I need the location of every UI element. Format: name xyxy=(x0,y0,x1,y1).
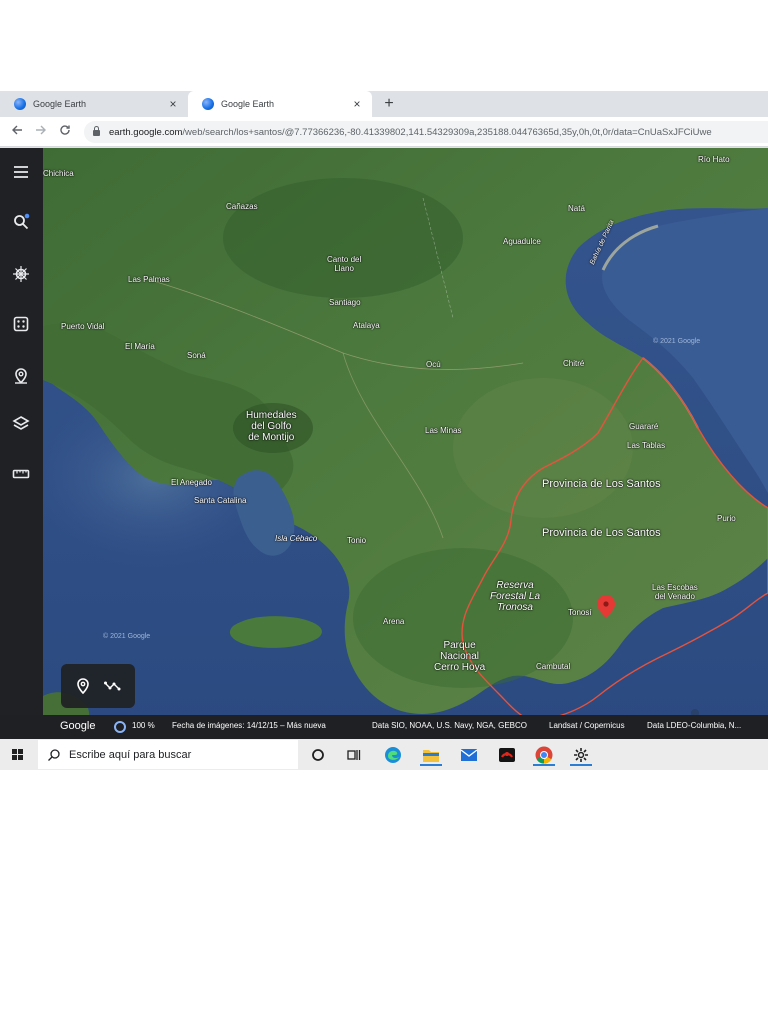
earth-side-rail xyxy=(0,148,43,739)
zoom-level: 100 % xyxy=(132,721,155,730)
map-label: Natá xyxy=(568,204,585,213)
chrome-icon[interactable] xyxy=(533,744,555,766)
projects-icon[interactable] xyxy=(11,366,31,386)
map-label: Puerto Vidal xyxy=(61,322,105,331)
browser-tab-active[interactable]: Google Earth × xyxy=(188,91,372,117)
map-label: Purio xyxy=(717,514,736,523)
lock-icon xyxy=(93,126,100,136)
address-bar[interactable]: earth.google.com/web/search/los+santos/@… xyxy=(84,121,768,143)
map-label: Río Hato xyxy=(698,155,730,164)
map-style-icon[interactable] xyxy=(11,414,31,434)
map-label: Santa Catalina xyxy=(194,496,247,505)
map-label: Tonosí xyxy=(568,608,592,617)
settings-icon[interactable] xyxy=(570,744,592,766)
map-label: Reserva Forestal La Tronosa xyxy=(490,580,541,613)
tab-title: Google Earth xyxy=(33,99,87,109)
forward-arrow-icon[interactable] xyxy=(32,122,50,142)
running-indicator xyxy=(533,764,555,766)
voyager-icon[interactable] xyxy=(11,264,31,284)
edge-icon[interactable] xyxy=(382,744,404,766)
cortana-icon[interactable] xyxy=(307,744,329,766)
draw-path-icon[interactable] xyxy=(103,676,123,696)
map-label: Tonio xyxy=(347,536,367,545)
taskbar-search-input[interactable]: Escribe aquí para buscar xyxy=(38,740,298,769)
tab-strip: Google Earth × Google Earth × + xyxy=(0,91,768,117)
map-label: Cañazas xyxy=(226,202,258,211)
attribution: Data LDEO-Columbia, N... xyxy=(647,721,742,730)
map-label: Ocú xyxy=(426,360,441,369)
map-label: Humedales del Golfo de Montijo xyxy=(246,410,297,443)
running-indicator xyxy=(570,764,592,766)
map-label: Las Minas xyxy=(425,426,462,435)
windows-start-icon[interactable] xyxy=(12,749,24,761)
map-label: Guararé xyxy=(629,422,659,431)
map-label: Las Tablas xyxy=(627,441,666,450)
map-label: El Anegado xyxy=(171,478,212,487)
map-label: Isla Cébaco xyxy=(275,534,318,543)
earth-status-bar: Google 100 % Fecha de imágenes: 14/12/15… xyxy=(0,715,768,739)
back-arrow-icon[interactable] xyxy=(8,122,26,142)
earth-map-view[interactable]: Río Hato Chichica Cañazas Natá Aguadulce… xyxy=(43,148,768,739)
google-earth-favicon-icon xyxy=(202,98,214,110)
map-label: Provincia de Los Santos xyxy=(542,527,661,539)
imagery-watermark: © 2021 Google xyxy=(653,338,701,345)
screen: Google Earth × Google Earth × + earth.go… xyxy=(0,91,768,770)
imagery-watermark: © 2021 Google xyxy=(103,633,151,640)
browser-tab[interactable]: Google Earth × xyxy=(0,91,188,117)
map-label: Cambutal xyxy=(536,662,571,671)
browser-toolbar: earth.google.com/web/search/los+santos/@… xyxy=(0,117,768,147)
map-label: Provincia de Los Santos xyxy=(542,478,661,490)
search-icon xyxy=(48,748,60,761)
map-label: Atalaya xyxy=(353,321,380,330)
tab-title: Google Earth xyxy=(221,99,275,109)
google-wordmark: Google xyxy=(60,720,96,732)
map-label: Parque Nacional Cerro Hoya xyxy=(434,640,486,673)
map-label: Soná xyxy=(187,351,206,360)
map-label: Arena xyxy=(383,617,405,626)
map-label: Chichica xyxy=(43,169,74,178)
place-marker-icon[interactable] xyxy=(73,676,93,696)
map-label: Chitré xyxy=(563,359,585,368)
close-tab-icon[interactable]: × xyxy=(348,97,366,111)
mail-icon[interactable] xyxy=(458,744,480,766)
game-app-icon[interactable] xyxy=(496,744,518,766)
reload-icon[interactable] xyxy=(56,122,74,142)
zoom-ring-icon xyxy=(114,721,126,733)
measure-icon[interactable] xyxy=(11,464,31,484)
map-label: El María xyxy=(125,342,155,351)
new-tab-button[interactable]: + xyxy=(380,94,398,114)
search-placeholder: Escribe aquí para buscar xyxy=(69,748,192,761)
map-label: Santiago xyxy=(329,298,361,307)
map-label: Las Palmas xyxy=(128,275,170,284)
running-indicator xyxy=(420,764,442,766)
url-host: earth.google.com xyxy=(109,126,183,138)
windows-taskbar: Escribe aquí para buscar xyxy=(0,739,768,770)
task-view-icon[interactable] xyxy=(343,744,365,766)
attribution: Landsat / Copernicus xyxy=(549,721,625,730)
menu-icon[interactable] xyxy=(11,162,31,182)
url-path: /web/search/los+santos/@7.77366236,-80.4… xyxy=(182,126,712,138)
feeling-lucky-icon[interactable] xyxy=(11,314,31,334)
close-tab-icon[interactable]: × xyxy=(164,97,182,111)
file-explorer-icon[interactable] xyxy=(420,744,442,766)
map-label: Canto del Llano xyxy=(327,255,362,273)
map-label: Aguadulce xyxy=(503,237,541,246)
imagery-date[interactable]: Fecha de imágenes: 14/12/15 – Más nueva xyxy=(172,721,326,730)
map-tools-panel xyxy=(61,664,135,708)
search-icon[interactable] xyxy=(11,212,31,232)
google-earth-favicon-icon xyxy=(14,98,26,110)
map-label: Las Escobas del Venado xyxy=(652,583,698,601)
attribution: Data SIO, NOAA, U.S. Navy, NGA, GEBCO xyxy=(372,721,527,730)
